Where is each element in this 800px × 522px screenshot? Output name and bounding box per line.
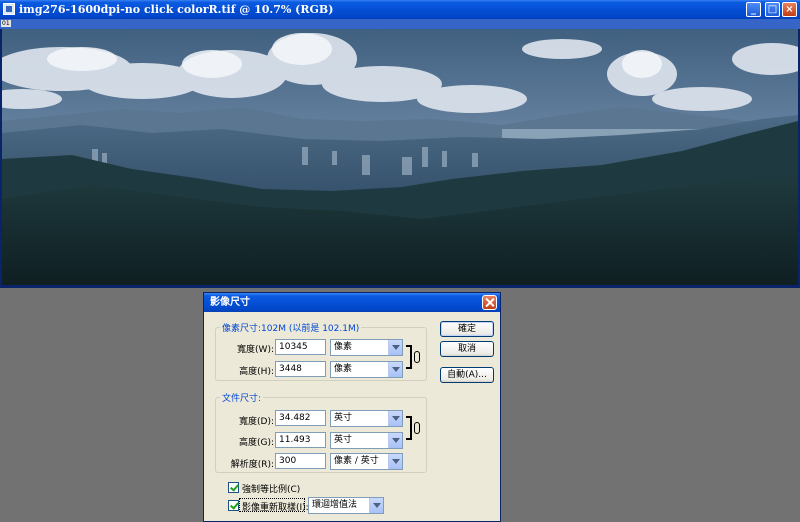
resolution-input[interactable]: 300: [275, 453, 326, 469]
pixel-dimensions-legend: 像素尺寸:102M (以前是 102.1M): [222, 324, 360, 334]
pixel-width-unit-select[interactable]: 像素: [330, 339, 403, 356]
dialog-close-button[interactable]: [482, 295, 497, 310]
pixel-width-unit: 像素: [334, 342, 353, 352]
pixel-height-unit: 像素: [334, 364, 353, 374]
link-chain-icon: [414, 351, 420, 363]
ok-button[interactable]: 確定: [440, 321, 494, 337]
image-size-dialog: 影像尺寸 像素尺寸:102M (以前是 102.1M) 寬度(W): 10345…: [203, 292, 501, 522]
chevron-down-icon: [369, 498, 383, 513]
link-chain-icon: [414, 422, 420, 434]
document-subbar: [0, 19, 800, 29]
doc-width-unit: 英寸: [334, 413, 353, 423]
cancel-button[interactable]: 取消: [440, 341, 494, 357]
close-button[interactable]: ×: [782, 2, 797, 17]
doc-height-input[interactable]: 11.493: [275, 432, 326, 448]
chevron-down-icon: [388, 362, 402, 377]
ruler-icons: 01: [1, 20, 11, 27]
dialog-title: 影像尺寸: [210, 297, 250, 308]
resolution-unit-select[interactable]: 像素 / 英寸: [330, 453, 403, 470]
chevron-down-icon: [388, 433, 402, 448]
pixel-width-input[interactable]: 10345: [275, 339, 326, 355]
maximize-button[interactable]: □: [765, 2, 780, 17]
chevron-down-icon: [388, 340, 402, 355]
chevron-down-icon: [388, 454, 402, 469]
minimize-button[interactable]: _: [746, 2, 761, 17]
landscape-photo: [2, 29, 798, 285]
resample-method: 環迴增值法: [312, 500, 358, 510]
constrain-bracket: [406, 416, 412, 440]
chevron-down-icon: [388, 411, 402, 426]
image-canvas[interactable]: [2, 29, 798, 285]
doc-width-label: 寬度(D):: [239, 417, 274, 427]
doc-height-unit-select[interactable]: 英寸: [330, 432, 403, 449]
resolution-label: 解析度(R):: [230, 460, 274, 470]
doc-height-label: 高度(G):: [238, 438, 274, 448]
document-titlebar[interactable]: img276-1600dpi-no click colorR.tif @ 10.…: [0, 0, 800, 19]
resample-image-checkbox[interactable]: [228, 500, 239, 511]
constrain-proportions-label[interactable]: 強制等比例(C): [242, 482, 300, 495]
document-title: img276-1600dpi-no click colorR.tif @ 10.…: [19, 3, 334, 16]
pixel-height-unit-select[interactable]: 像素: [330, 361, 403, 378]
constrain-bracket: [406, 345, 412, 369]
pixel-height-label: 高度(H):: [239, 367, 274, 377]
auto-button[interactable]: 自動(A)...: [440, 367, 494, 383]
doc-width-input[interactable]: 34.482: [275, 410, 326, 426]
resample-image-label[interactable]: 影像重新取樣(I):: [242, 500, 309, 513]
document-size-legend: 文件尺寸:: [222, 394, 262, 404]
pixel-height-input[interactable]: 3448: [275, 361, 326, 377]
doc-width-unit-select[interactable]: 英寸: [330, 410, 403, 427]
pixel-width-label: 寬度(W):: [237, 345, 274, 355]
resolution-unit: 像素 / 英寸: [334, 456, 379, 466]
doc-height-unit: 英寸: [334, 435, 353, 445]
photoshop-document-icon: [3, 3, 15, 15]
resample-method-select[interactable]: 環迴增值法: [308, 497, 384, 514]
dialog-titlebar[interactable]: 影像尺寸: [204, 293, 500, 312]
document-window: img276-1600dpi-no click colorR.tif @ 10.…: [0, 0, 800, 288]
constrain-proportions-checkbox[interactable]: [228, 482, 239, 493]
